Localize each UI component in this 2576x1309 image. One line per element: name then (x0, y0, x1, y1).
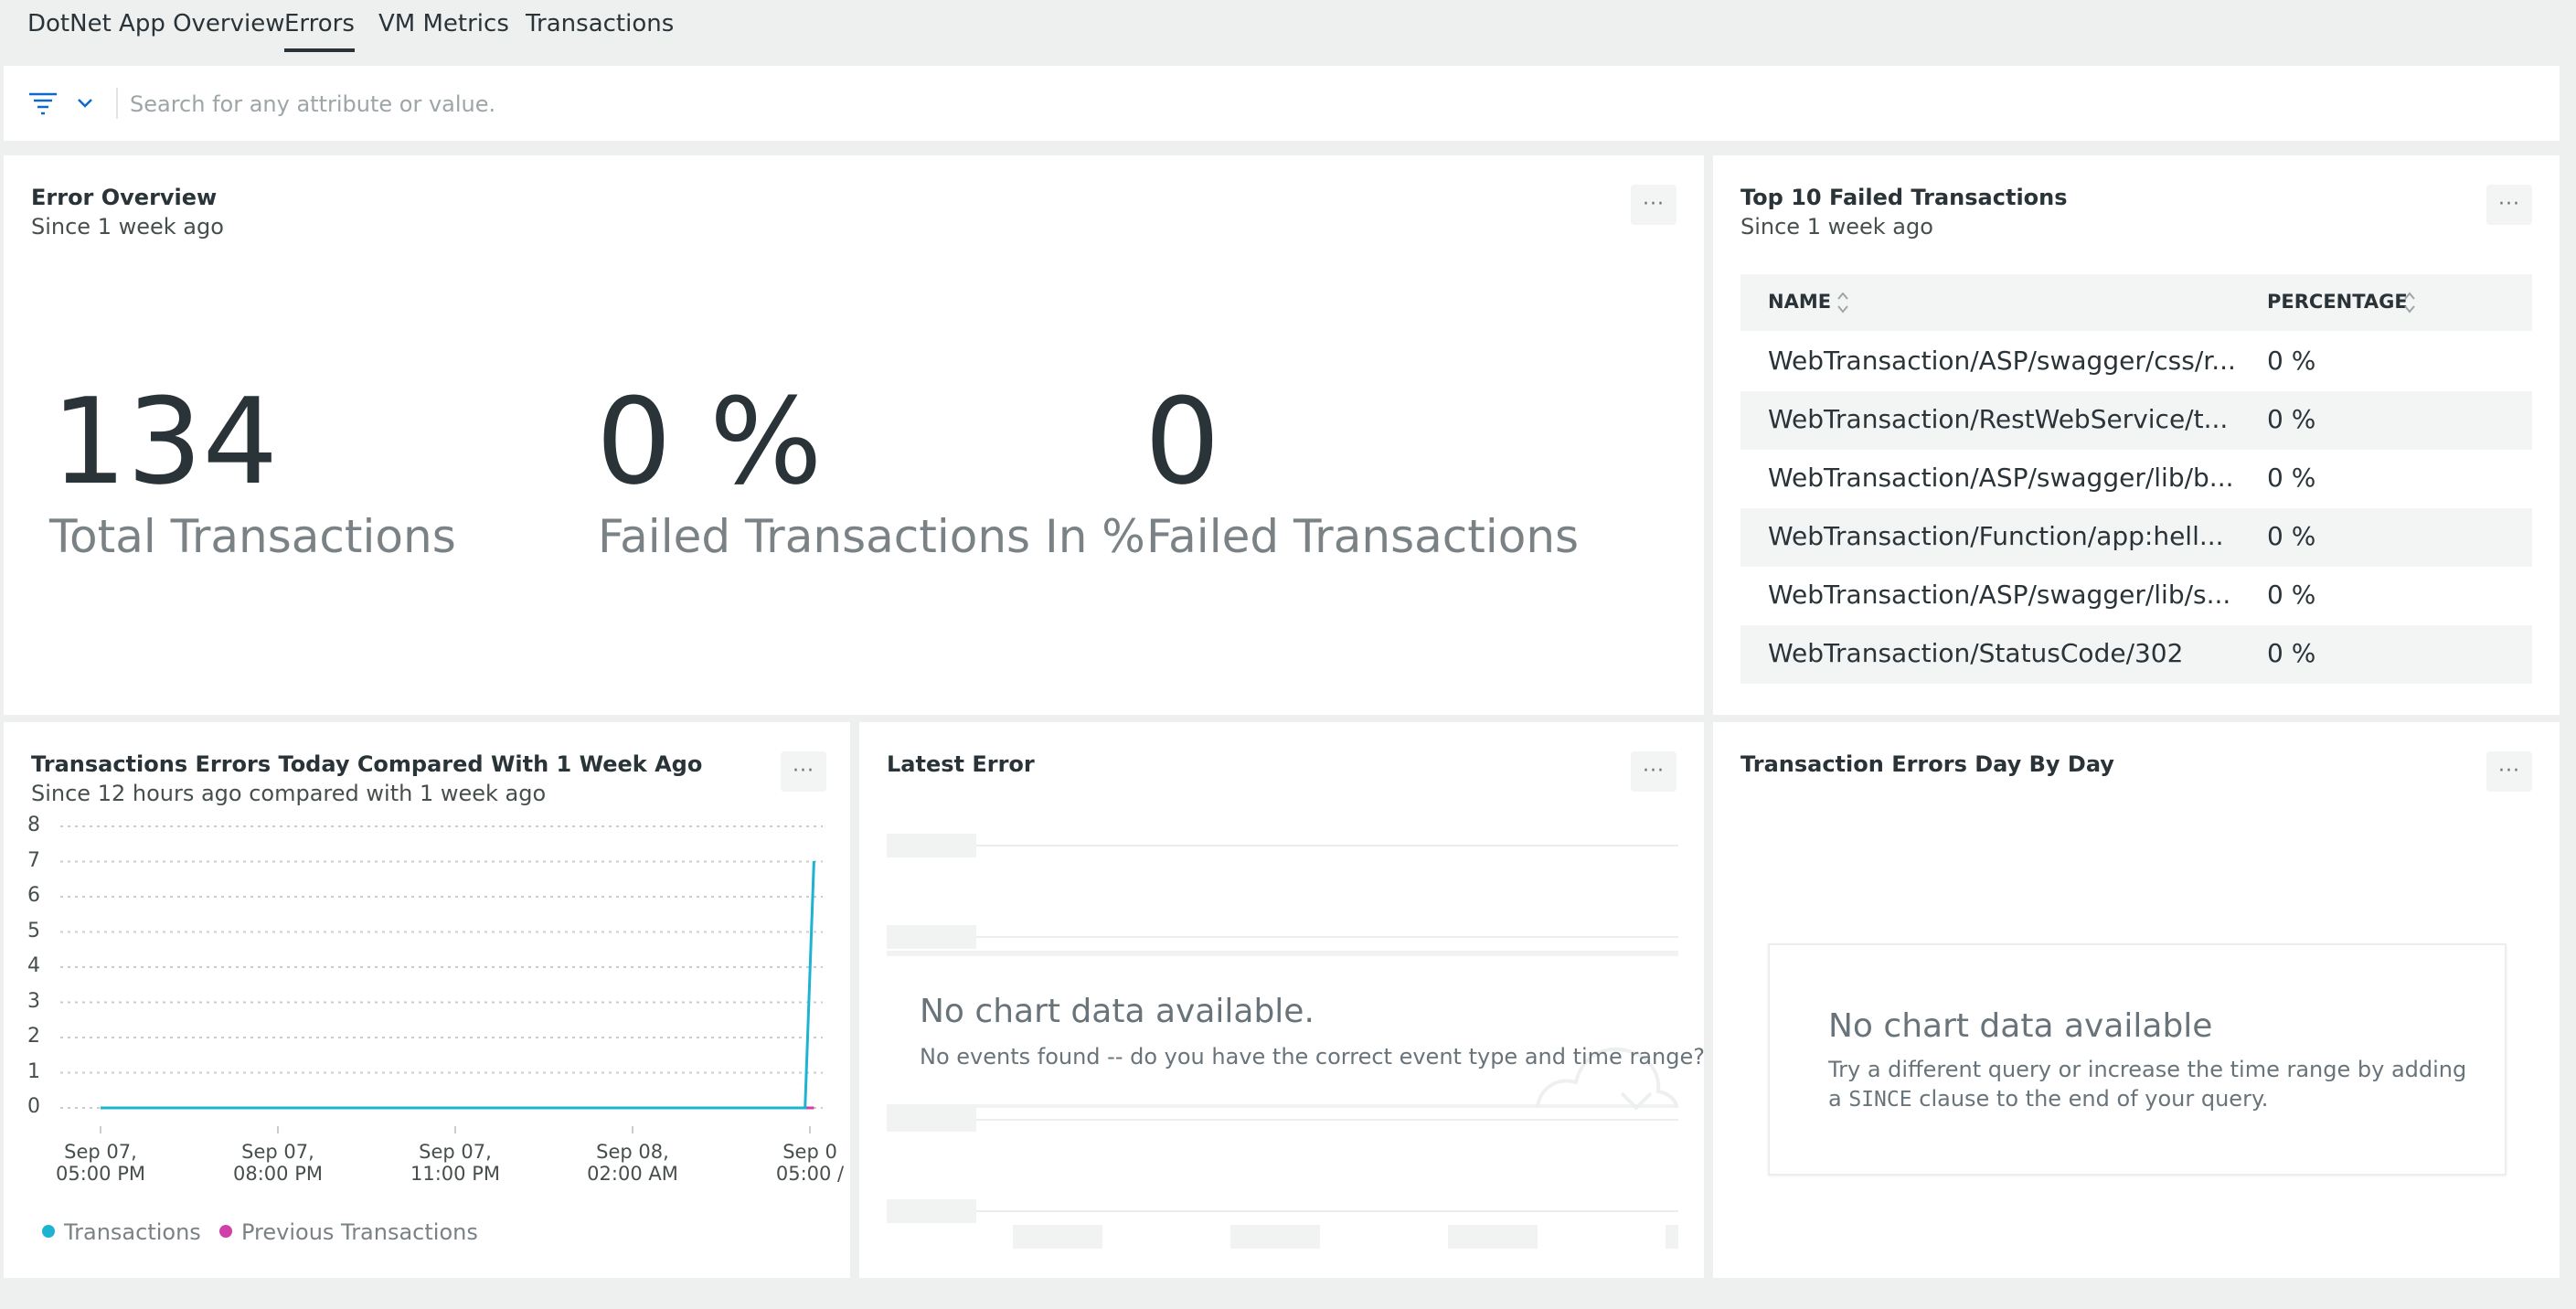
more-options-button[interactable]: ··· (2486, 751, 2532, 792)
metric-value-total-transactions: 134 (51, 372, 279, 511)
skeleton-block (887, 925, 976, 949)
empty-state-title: No chart data available (1828, 1007, 2213, 1045)
metric-value-failed-percent: 0 % (596, 372, 823, 511)
chevron-down-icon[interactable] (75, 93, 95, 113)
metric-label-failed-transactions: Failed Transactions (1146, 510, 1580, 563)
skeleton-block (1013, 1225, 1102, 1249)
empty-state-message: No events found -- do you have the corre… (920, 1044, 1705, 1070)
row-name: WebTransaction/ASP/swagger/lib/s... (1768, 580, 2231, 610)
card-title: Error Overview (31, 185, 218, 210)
skeleton-line (976, 845, 1678, 846)
skeleton-line (976, 1210, 1678, 1212)
filter-divider (116, 88, 118, 119)
x-tick-label: Sep 07, 11:00 PM (410, 1141, 500, 1185)
skeleton-line (976, 1119, 1678, 1121)
table-row[interactable]: WebTransaction/ASP/swagger/lib/s... 0 % (1740, 567, 2532, 625)
y-tick-label: 3 (27, 989, 40, 1013)
legend-dot (219, 1225, 232, 1238)
skeleton-block (887, 1199, 976, 1223)
y-tick-label: 4 (27, 954, 40, 977)
row-name: WebTransaction/RestWebService/t... (1768, 404, 2229, 434)
skeleton-block (1666, 1225, 1678, 1249)
sort-icon[interactable] (1836, 289, 1850, 316)
more-options-button[interactable]: ··· (1631, 751, 1677, 792)
row-name: WebTransaction/ASP/swagger/lib/b... (1768, 463, 2234, 493)
tab-errors[interactable]: Errors (284, 7, 355, 52)
card-title: Latest Error (887, 751, 1035, 777)
table-row[interactable]: WebTransaction/ASP/swagger/lib/b... 0 % (1740, 450, 2532, 508)
card-subtitle: Since 12 hours ago compared with 1 week … (31, 781, 547, 806)
card-subtitle: Since 1 week ago (31, 214, 224, 239)
empty-state-box: No chart data available Try a different … (1768, 943, 2507, 1176)
y-tick-label: 2 (27, 1025, 40, 1048)
tab-transactions[interactable]: Transactions (526, 7, 674, 49)
y-tick-label: 8 (27, 814, 40, 836)
y-tick-label: 7 (27, 848, 40, 872)
skeleton-block (1448, 1225, 1538, 1249)
legend-label: Previous Transactions (241, 1219, 478, 1245)
row-percentage: 0 % (2267, 580, 2316, 610)
table-row[interactable]: WebTransaction/Function/app:hell... 0 % (1740, 508, 2532, 567)
metric-label-failed-percent: Failed Transactions In % (598, 510, 1145, 563)
legend-label: Transactions (64, 1219, 201, 1245)
since-keyword: SINCE (1848, 1088, 1912, 1112)
tab-dotnet-app-overview[interactable]: DotNet App Overview (27, 7, 285, 49)
dashboard-tabs: DotNet App Overview Errors VM Metrics Tr… (0, 0, 2576, 57)
metric-label-total-transactions: Total Transactions (49, 510, 456, 563)
ellipsis-icon: ··· (1643, 193, 1665, 216)
skeleton-block (887, 834, 976, 857)
tab-vm-metrics[interactable]: VM Metrics (378, 7, 509, 49)
legend-item-transactions[interactable]: Transactions (42, 1219, 201, 1245)
ellipsis-icon: ··· (793, 760, 814, 782)
metric-value-failed-transactions: 0 (1144, 372, 1220, 511)
skeleton-line (976, 936, 1678, 938)
column-header-name[interactable]: NAME (1768, 291, 1831, 313)
card-title: Transactions Errors Today Compared With … (31, 751, 703, 777)
row-name: WebTransaction/ASP/swagger/css/r... (1768, 346, 2236, 376)
ellipsis-icon: ··· (2498, 760, 2520, 782)
card-title: Transaction Errors Day By Day (1740, 751, 2114, 777)
row-percentage: 0 % (2267, 521, 2316, 551)
card-subtitle: Since 1 week ago (1740, 214, 1933, 239)
y-tick-label: 5 (27, 919, 40, 942)
card-title: Top 10 Failed Transactions (1740, 185, 2068, 210)
row-name: WebTransaction/Function/app:hell... (1768, 521, 2224, 551)
x-tick-label: Sep 07, 05:00 PM (56, 1141, 145, 1185)
legend-item-previous-transactions[interactable]: Previous Transactions (219, 1219, 478, 1245)
filter-bar (4, 66, 2560, 141)
empty-state-title: No chart data available. (920, 993, 1315, 1030)
table-row[interactable]: WebTransaction/RestWebService/t... 0 % (1740, 391, 2532, 450)
y-tick-label: 0 (27, 1095, 40, 1118)
ellipsis-icon: ··· (2498, 193, 2520, 216)
table-row[interactable]: WebTransaction/ASP/swagger/css/r... 0 % (1740, 333, 2532, 391)
ellipsis-icon: ··· (1643, 760, 1665, 782)
errors-compare-card: Transactions Errors Today Compared With … (4, 722, 850, 1278)
skeleton-line (887, 951, 1678, 956)
y-tick-label: 6 (27, 884, 40, 907)
row-percentage: 0 % (2267, 404, 2316, 434)
x-tick-label: Sep 0 05:00 / (775, 1141, 845, 1185)
filter-icon[interactable] (27, 90, 59, 117)
y-tick-label: 1 (27, 1059, 40, 1083)
row-percentage: 0 % (2267, 463, 2316, 493)
x-tick-label: Sep 08, 02:00 AM (587, 1141, 678, 1185)
legend-dot (42, 1225, 55, 1238)
table-header: NAME PERCENTAGE (1740, 274, 2532, 331)
x-tick-label: Sep 07, 08:00 PM (233, 1141, 323, 1185)
row-percentage: 0 % (2267, 346, 2316, 376)
empty-message-text: clause to the end of your query. (1919, 1086, 2269, 1112)
row-name: WebTransaction/StatusCode/302 (1768, 638, 2184, 668)
empty-state-message: Try a different query or increase the ti… (1828, 1055, 2468, 1114)
skeleton-block (887, 1108, 976, 1132)
row-percentage: 0 % (2267, 638, 2316, 668)
more-options-button[interactable]: ··· (1631, 185, 1677, 225)
table-row[interactable]: WebTransaction/StatusCode/302 0 % (1740, 625, 2532, 684)
search-input[interactable] (128, 80, 2508, 128)
column-header-percentage[interactable]: PERCENTAGE (2267, 291, 2408, 313)
more-options-button[interactable]: ··· (781, 751, 826, 792)
skeleton-block (1230, 1225, 1320, 1249)
more-options-button[interactable]: ··· (2486, 185, 2532, 225)
sort-icon[interactable] (2402, 289, 2417, 316)
